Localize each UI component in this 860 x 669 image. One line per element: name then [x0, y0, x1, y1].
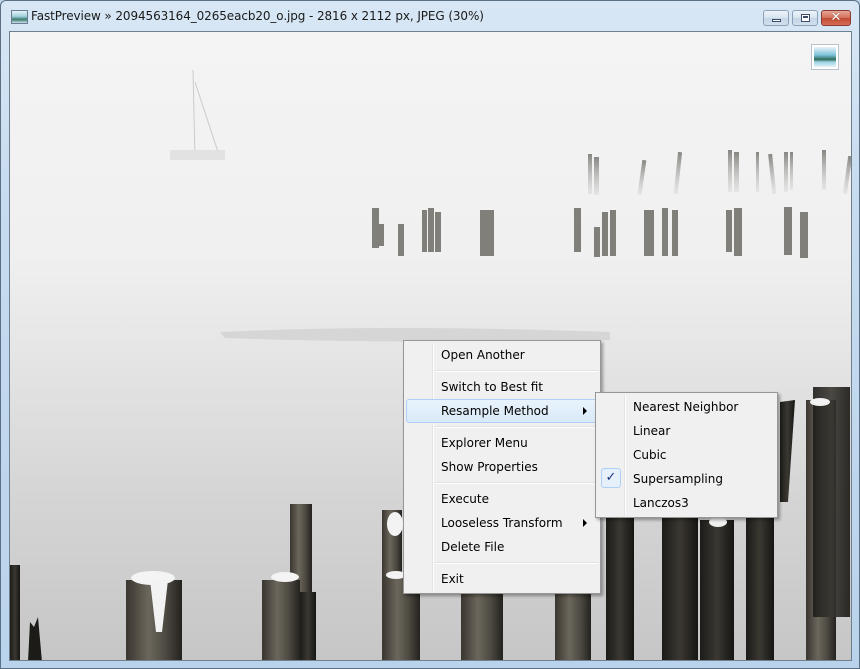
- menu-item-label: Supersampling: [633, 472, 723, 486]
- menu-separator: [435, 562, 598, 564]
- submenu-item-nearest-neighbor[interactable]: Nearest Neighbor: [598, 395, 775, 419]
- window-title: FastPreview » 2094563164_0265eacb20_o.jp…: [31, 9, 484, 23]
- thumbnail-glyph: [814, 47, 836, 67]
- menu-separator: [435, 482, 598, 484]
- submenu-arrow-icon: [583, 519, 587, 527]
- context-menu: Open Another Switch to Best fit Resample…: [403, 340, 601, 594]
- menu-item-label: Delete File: [441, 540, 505, 554]
- submenu-arrow-icon: [583, 407, 587, 415]
- menu-item-open-another[interactable]: Open Another: [406, 343, 598, 367]
- menu-item-label: Lanczos3: [633, 496, 689, 510]
- menu-separator: [435, 426, 598, 428]
- submenu-item-cubic[interactable]: Cubic: [598, 443, 775, 467]
- menu-separator: [435, 370, 598, 372]
- menu-item-label: Explorer Menu: [441, 436, 528, 450]
- menu-item-exit[interactable]: Exit: [406, 567, 598, 591]
- menu-item-resample-method[interactable]: Resample Method: [406, 399, 598, 423]
- close-button[interactable]: ✕: [821, 10, 851, 26]
- menu-item-label: Cubic: [633, 448, 667, 462]
- menu-item-execute[interactable]: Execute: [406, 487, 598, 511]
- submenu-item-supersampling[interactable]: ✓ Supersampling: [598, 467, 775, 491]
- minimize-icon: [772, 19, 781, 22]
- submenu-item-lanczos3[interactable]: Lanczos3: [598, 491, 775, 515]
- menu-item-label: Resample Method: [441, 404, 549, 418]
- caption-buttons: ✕: [763, 10, 851, 28]
- title-bar[interactable]: FastPreview » 2094563164_0265eacb20_o.jp…: [1, 1, 859, 31]
- menu-item-delete-file[interactable]: Delete File: [406, 535, 598, 559]
- menu-item-label: Exit: [441, 572, 464, 586]
- menu-item-explorer-menu[interactable]: Explorer Menu: [406, 431, 598, 455]
- menu-item-switch-best-fit[interactable]: Switch to Best fit: [406, 375, 598, 399]
- picture-icon[interactable]: [811, 44, 839, 70]
- maximize-button[interactable]: [792, 10, 818, 26]
- minimize-button[interactable]: [763, 10, 789, 26]
- menu-item-label: Linear: [633, 424, 671, 438]
- submenu-item-linear[interactable]: Linear: [598, 419, 775, 443]
- resample-submenu: Nearest Neighbor Linear Cubic ✓ Supersamp…: [595, 392, 778, 518]
- menu-item-label: Show Properties: [441, 460, 538, 474]
- menu-item-show-properties[interactable]: Show Properties: [406, 455, 598, 479]
- menu-item-looseless-transform[interactable]: Looseless Transform: [406, 511, 598, 535]
- image-icon: [11, 10, 28, 24]
- close-icon: ✕: [830, 10, 842, 25]
- menu-item-label: Open Another: [441, 348, 525, 362]
- menu-item-label: Looseless Transform: [441, 516, 563, 530]
- menu-item-label: Nearest Neighbor: [633, 400, 739, 414]
- maximize-icon: [801, 14, 810, 22]
- menu-item-label: Switch to Best fit: [441, 380, 543, 394]
- checkmark-icon: ✓: [601, 468, 621, 488]
- menu-item-label: Execute: [441, 492, 489, 506]
